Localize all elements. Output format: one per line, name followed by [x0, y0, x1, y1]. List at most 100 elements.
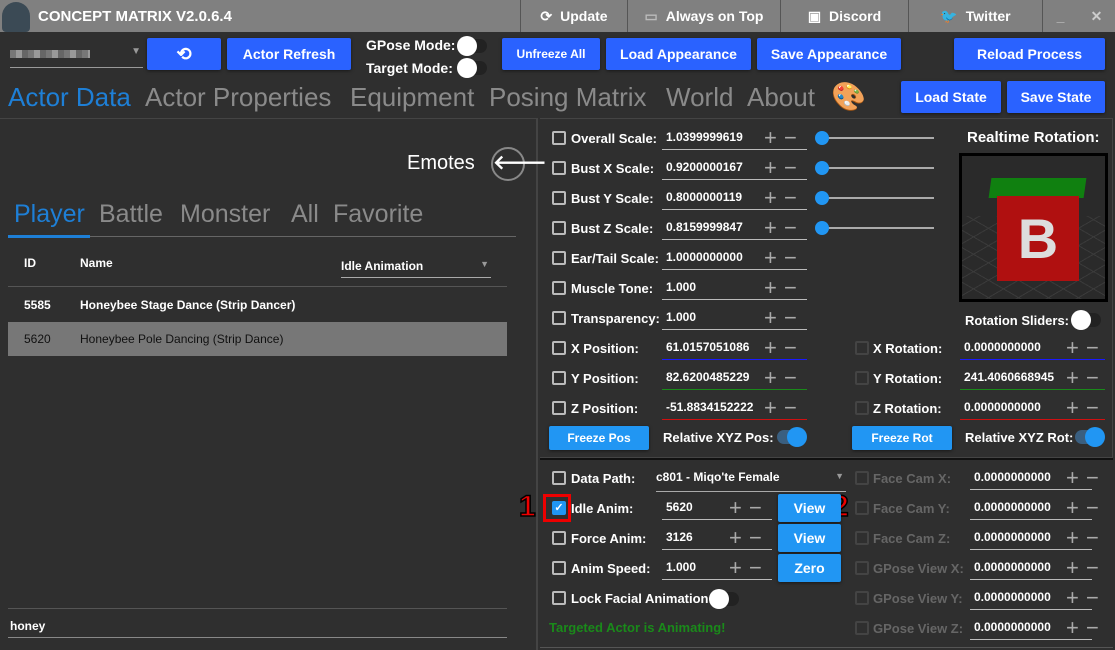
- property-plus-button[interactable]: +: [764, 277, 777, 299]
- anim-minus-button[interactable]: −: [749, 527, 762, 549]
- anim-view-button[interactable]: View: [778, 524, 841, 552]
- property-plus-button[interactable]: +: [764, 157, 777, 179]
- emote-tab-player[interactable]: Player: [14, 200, 85, 229]
- slider-thumb[interactable]: [814, 191, 829, 205]
- rotation-value-input[interactable]: 0.0000000000: [960, 336, 1105, 360]
- reload-process-button[interactable]: Reload Process: [954, 38, 1105, 70]
- discord-button[interactable]: ▣ Discord: [780, 0, 908, 32]
- rotation-plus-button[interactable]: +: [1066, 397, 1079, 419]
- camera-plus-button[interactable]: +: [1066, 467, 1079, 489]
- camera-minus-button[interactable]: −: [1086, 527, 1099, 549]
- camera-minus-button[interactable]: −: [1086, 557, 1099, 579]
- anim-plus-button[interactable]: +: [729, 557, 742, 579]
- anim-plus-button[interactable]: +: [729, 497, 742, 519]
- camera-checkbox[interactable]: [855, 621, 869, 635]
- emote-search-input[interactable]: honey: [8, 608, 507, 638]
- property-slider[interactable]: [814, 221, 934, 235]
- property-minus-button[interactable]: −: [784, 217, 797, 239]
- actor-refresh-button[interactable]: Actor Refresh: [227, 38, 351, 70]
- property-checkbox[interactable]: [552, 251, 566, 265]
- property-plus-button[interactable]: +: [764, 337, 777, 359]
- save-state-button[interactable]: Save State: [1007, 81, 1105, 113]
- rotation-minus-button[interactable]: −: [1086, 337, 1099, 359]
- camera-checkbox[interactable]: [855, 561, 869, 575]
- anim-minus-button[interactable]: −: [749, 557, 762, 579]
- property-plus-button[interactable]: +: [764, 217, 777, 239]
- property-checkbox[interactable]: [552, 401, 566, 415]
- property-plus-button[interactable]: +: [764, 187, 777, 209]
- property-checkbox[interactable]: [552, 131, 566, 145]
- property-minus-button[interactable]: −: [784, 187, 797, 209]
- camera-checkbox[interactable]: [855, 471, 869, 485]
- camera-minus-button[interactable]: −: [1086, 587, 1099, 609]
- load-appearance-button[interactable]: Load Appearance: [606, 38, 751, 70]
- property-checkbox[interactable]: [552, 281, 566, 295]
- rotation-checkbox[interactable]: [855, 401, 869, 415]
- emote-tab-favorite[interactable]: Favorite: [333, 200, 423, 229]
- target-mode-toggle[interactable]: [457, 58, 487, 78]
- theme-palette-icon[interactable]: 🎨: [831, 80, 866, 113]
- camera-checkbox[interactable]: [855, 591, 869, 605]
- update-button[interactable]: ⟳ Update: [520, 0, 627, 32]
- property-checkbox[interactable]: [552, 161, 566, 175]
- camera-checkbox[interactable]: [855, 501, 869, 515]
- property-plus-button[interactable]: +: [764, 367, 777, 389]
- camera-minus-button[interactable]: −: [1086, 497, 1099, 519]
- tab-posing-matrix[interactable]: Posing Matrix: [489, 82, 647, 113]
- property-plus-button[interactable]: +: [764, 397, 777, 419]
- freeze-pos-button[interactable]: Freeze Pos: [549, 426, 649, 450]
- emote-tab-all[interactable]: All: [291, 200, 319, 229]
- property-checkbox[interactable]: [552, 341, 566, 355]
- relative-rot-toggle[interactable]: [1075, 427, 1105, 447]
- property-minus-button[interactable]: −: [784, 337, 797, 359]
- property-checkbox[interactable]: [552, 221, 566, 235]
- relative-pos-toggle[interactable]: [777, 427, 807, 447]
- twitter-button[interactable]: 🐦 Twitter: [908, 0, 1042, 32]
- property-plus-button[interactable]: +: [764, 127, 777, 149]
- load-state-button[interactable]: Load State: [901, 81, 1001, 113]
- unfreeze-all-button[interactable]: Unfreeze All: [502, 38, 600, 70]
- rotation-value-input[interactable]: 241.4060668945: [960, 366, 1105, 390]
- rotation-checkbox[interactable]: [855, 341, 869, 355]
- rotation-value-input[interactable]: 0.0000000000: [960, 396, 1105, 420]
- property-minus-button[interactable]: −: [784, 277, 797, 299]
- freeze-rot-button[interactable]: Freeze Rot: [852, 426, 952, 450]
- camera-plus-button[interactable]: +: [1066, 527, 1079, 549]
- tab-about[interactable]: About: [747, 82, 815, 113]
- actor-select[interactable]: ▼: [10, 44, 143, 68]
- anim-checkbox[interactable]: [552, 561, 566, 575]
- lock-facial-checkbox[interactable]: [552, 591, 566, 605]
- anim-view-button[interactable]: View: [778, 494, 841, 522]
- property-minus-button[interactable]: −: [784, 157, 797, 179]
- property-checkbox[interactable]: [552, 191, 566, 205]
- table-row[interactable]: 5585 Honeybee Stage Dance (Strip Dancer): [8, 288, 507, 322]
- emote-tab-battle[interactable]: Battle: [99, 200, 163, 229]
- camera-plus-button[interactable]: +: [1066, 557, 1079, 579]
- anim-checkbox[interactable]: ✓: [552, 501, 566, 515]
- slider-thumb[interactable]: [814, 131, 829, 145]
- rotation-checkbox[interactable]: [855, 371, 869, 385]
- anim-plus-button[interactable]: +: [729, 527, 742, 549]
- property-slider[interactable]: [814, 131, 934, 145]
- rotation-plus-button[interactable]: +: [1066, 367, 1079, 389]
- rotation-cube-viewport[interactable]: B: [959, 153, 1108, 302]
- minimize-button[interactable]: _: [1042, 0, 1078, 32]
- animation-type-select[interactable]: Idle Animation ▼: [341, 254, 491, 278]
- save-appearance-button[interactable]: Save Appearance: [757, 38, 901, 70]
- column-header-id[interactable]: ID: [24, 256, 36, 270]
- property-minus-button[interactable]: −: [784, 247, 797, 269]
- rotation-minus-button[interactable]: −: [1086, 367, 1099, 389]
- camera-minus-button[interactable]: −: [1086, 617, 1099, 639]
- camera-plus-button[interactable]: +: [1066, 617, 1079, 639]
- close-button[interactable]: ✕: [1078, 0, 1115, 32]
- tab-equipment[interactable]: Equipment: [350, 82, 474, 113]
- rotation-minus-button[interactable]: −: [1086, 397, 1099, 419]
- tab-world[interactable]: World: [666, 82, 733, 113]
- slider-thumb[interactable]: [814, 221, 829, 235]
- anim-checkbox[interactable]: [552, 531, 566, 545]
- anim-minus-button[interactable]: −: [749, 497, 762, 519]
- camera-plus-button[interactable]: +: [1066, 497, 1079, 519]
- lock-facial-toggle[interactable]: [709, 589, 739, 609]
- property-minus-button[interactable]: −: [784, 307, 797, 329]
- property-slider[interactable]: [814, 161, 934, 175]
